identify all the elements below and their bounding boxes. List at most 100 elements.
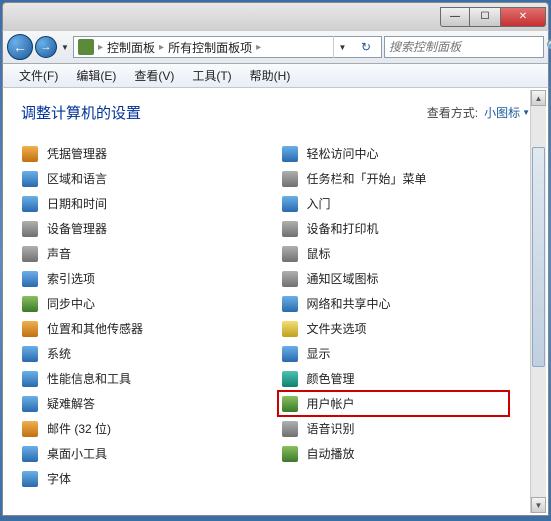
cp-item-notification-icons[interactable]: 通知区域图标 — [281, 266, 531, 291]
cp-item-label: 自动播放 — [307, 445, 355, 462]
page-title: 调整计算机的设置 — [21, 102, 141, 123]
cp-item-autoplay[interactable]: 自动播放 — [281, 441, 531, 466]
display-icon — [281, 345, 299, 363]
cp-item-label: 设备管理器 — [47, 220, 107, 237]
menu-edit[interactable]: 编辑(E) — [68, 64, 124, 87]
cp-item-device-manager[interactable]: 设备管理器 — [21, 216, 271, 241]
menu-tools[interactable]: 工具(T) — [184, 64, 239, 87]
minimize-button[interactable]: — — [440, 7, 470, 27]
cp-item-label: 文件夹选项 — [307, 320, 367, 337]
address-bar[interactable]: ▸ 控制面板 ▸ 所有控制面板项 ▸ ▼ ↻ — [73, 36, 382, 58]
cp-item-label: 同步中心 — [47, 295, 95, 312]
cp-item-label: 邮件 (32 位) — [47, 420, 111, 437]
scroll-track[interactable] — [531, 107, 546, 496]
view-mode-dropdown[interactable]: 小图标 ▼ — [484, 104, 530, 121]
cp-item-mail-32bit[interactable]: 邮件 (32 位) — [21, 416, 271, 441]
refresh-button[interactable]: ↻ — [355, 36, 377, 58]
date-time-icon — [21, 195, 39, 213]
cp-item-desktop-gadgets[interactable]: 桌面小工具 — [21, 441, 271, 466]
cp-item-getting-started[interactable]: 入门 — [281, 191, 531, 216]
menu-file[interactable]: 文件(F) — [11, 64, 66, 87]
cp-item-indexing-options[interactable]: 索引选项 — [21, 266, 271, 291]
cp-item-ease-of-access[interactable]: 轻松访问中心 — [281, 141, 531, 166]
cp-item-label: 鼠标 — [307, 245, 331, 262]
cp-item-color-management[interactable]: 颜色管理 — [281, 366, 531, 391]
breadcrumb-seg-2[interactable]: 所有控制面板项 — [168, 39, 252, 56]
nav-history-dropdown[interactable]: ▼ — [59, 34, 71, 60]
cp-item-label: 显示 — [307, 345, 331, 362]
search-input[interactable] — [389, 40, 546, 54]
breadcrumb-seg-1[interactable]: 控制面板 — [107, 39, 155, 56]
cp-item-user-accounts[interactable]: 用户帐户 — [281, 391, 531, 416]
vertical-scrollbar[interactable]: ▲ ▼ — [530, 90, 546, 513]
network-sharing-icon — [281, 295, 299, 313]
window-controls: — ☐ ✕ — [440, 7, 546, 27]
chevron-down-icon: ▼ — [522, 108, 530, 117]
devices-printers-icon — [281, 220, 299, 238]
cp-item-label: 声音 — [47, 245, 71, 262]
cp-item-network-sharing[interactable]: 网络和共享中心 — [281, 291, 531, 316]
cp-item-fonts[interactable]: 字体 — [21, 466, 271, 491]
fonts-icon — [21, 470, 39, 488]
breadcrumb-sep: ▸ — [98, 42, 103, 53]
view-mode-label: 查看方式: — [427, 104, 478, 121]
cp-item-label: 位置和其他传感器 — [47, 320, 143, 337]
cp-item-label: 疑难解答 — [47, 395, 95, 412]
troubleshooting-icon — [21, 395, 39, 413]
forward-button[interactable]: → — [35, 36, 57, 58]
close-button[interactable]: ✕ — [500, 7, 546, 27]
color-management-icon — [281, 370, 299, 388]
device-manager-icon — [21, 220, 39, 238]
cp-item-speech-recognition[interactable]: 语音识别 — [281, 416, 531, 441]
indexing-options-icon — [21, 270, 39, 288]
control-panel-items: 凭据管理器区域和语言日期和时间设备管理器声音索引选项同步中心位置和其他传感器系统… — [21, 141, 530, 491]
search-box[interactable]: 🔍 — [384, 36, 544, 58]
cp-item-devices-printers[interactable]: 设备和打印机 — [281, 216, 531, 241]
cp-item-label: 字体 — [47, 470, 71, 487]
cp-item-location-sensors[interactable]: 位置和其他传感器 — [21, 316, 271, 341]
control-panel-icon — [78, 39, 94, 55]
user-accounts-icon — [281, 395, 299, 413]
cp-item-performance-tools[interactable]: 性能信息和工具 — [21, 366, 271, 391]
cp-item-label: 任务栏和「开始」菜单 — [307, 170, 427, 187]
cp-item-region-language[interactable]: 区域和语言 — [21, 166, 271, 191]
back-button[interactable]: ← — [7, 34, 33, 60]
menu-help[interactable]: 帮助(H) — [242, 64, 299, 87]
folder-options-icon — [281, 320, 299, 338]
maximize-button[interactable]: ☐ — [470, 7, 500, 27]
scroll-down-button[interactable]: ▼ — [531, 497, 546, 513]
cp-item-label: 性能信息和工具 — [47, 370, 131, 387]
performance-tools-icon — [21, 370, 39, 388]
address-dropdown[interactable]: ▼ — [333, 36, 351, 58]
cp-item-sync-center[interactable]: 同步中心 — [21, 291, 271, 316]
menu-bar: 文件(F) 编辑(E) 查看(V) 工具(T) 帮助(H) — [2, 64, 549, 88]
mouse-icon — [281, 245, 299, 263]
cp-item-folder-options[interactable]: 文件夹选项 — [281, 316, 531, 341]
cp-item-label: 轻松访问中心 — [307, 145, 379, 162]
cp-item-sound[interactable]: 声音 — [21, 241, 271, 266]
credential-manager-icon — [21, 145, 39, 163]
cp-item-label: 桌面小工具 — [47, 445, 107, 462]
content-area: 调整计算机的设置 查看方式: 小图标 ▼ 凭据管理器区域和语言日期和时间设备管理… — [2, 88, 549, 516]
cp-item-label: 凭据管理器 — [47, 145, 107, 162]
cp-item-label: 通知区域图标 — [307, 270, 379, 287]
cp-item-troubleshooting[interactable]: 疑难解答 — [21, 391, 271, 416]
cp-item-label: 颜色管理 — [307, 370, 355, 387]
view-controls: 查看方式: 小图标 ▼ — [427, 104, 530, 121]
sync-center-icon — [21, 295, 39, 313]
cp-item-credential-manager[interactable]: 凭据管理器 — [21, 141, 271, 166]
scroll-up-button[interactable]: ▲ — [531, 90, 546, 106]
sound-icon — [21, 245, 39, 263]
search-icon[interactable]: 🔍 — [546, 39, 551, 55]
cp-item-display[interactable]: 显示 — [281, 341, 531, 366]
cp-item-taskbar-start[interactable]: 任务栏和「开始」菜单 — [281, 166, 531, 191]
cp-item-mouse[interactable]: 鼠标 — [281, 241, 531, 266]
cp-item-date-time[interactable]: 日期和时间 — [21, 191, 271, 216]
mail-32bit-icon — [21, 420, 39, 438]
menu-view[interactable]: 查看(V) — [126, 64, 182, 87]
cp-item-label: 索引选项 — [47, 270, 95, 287]
scroll-thumb[interactable] — [532, 147, 545, 367]
cp-item-system[interactable]: 系统 — [21, 341, 271, 366]
cp-item-label: 设备和打印机 — [307, 220, 379, 237]
cp-item-label: 网络和共享中心 — [307, 295, 391, 312]
